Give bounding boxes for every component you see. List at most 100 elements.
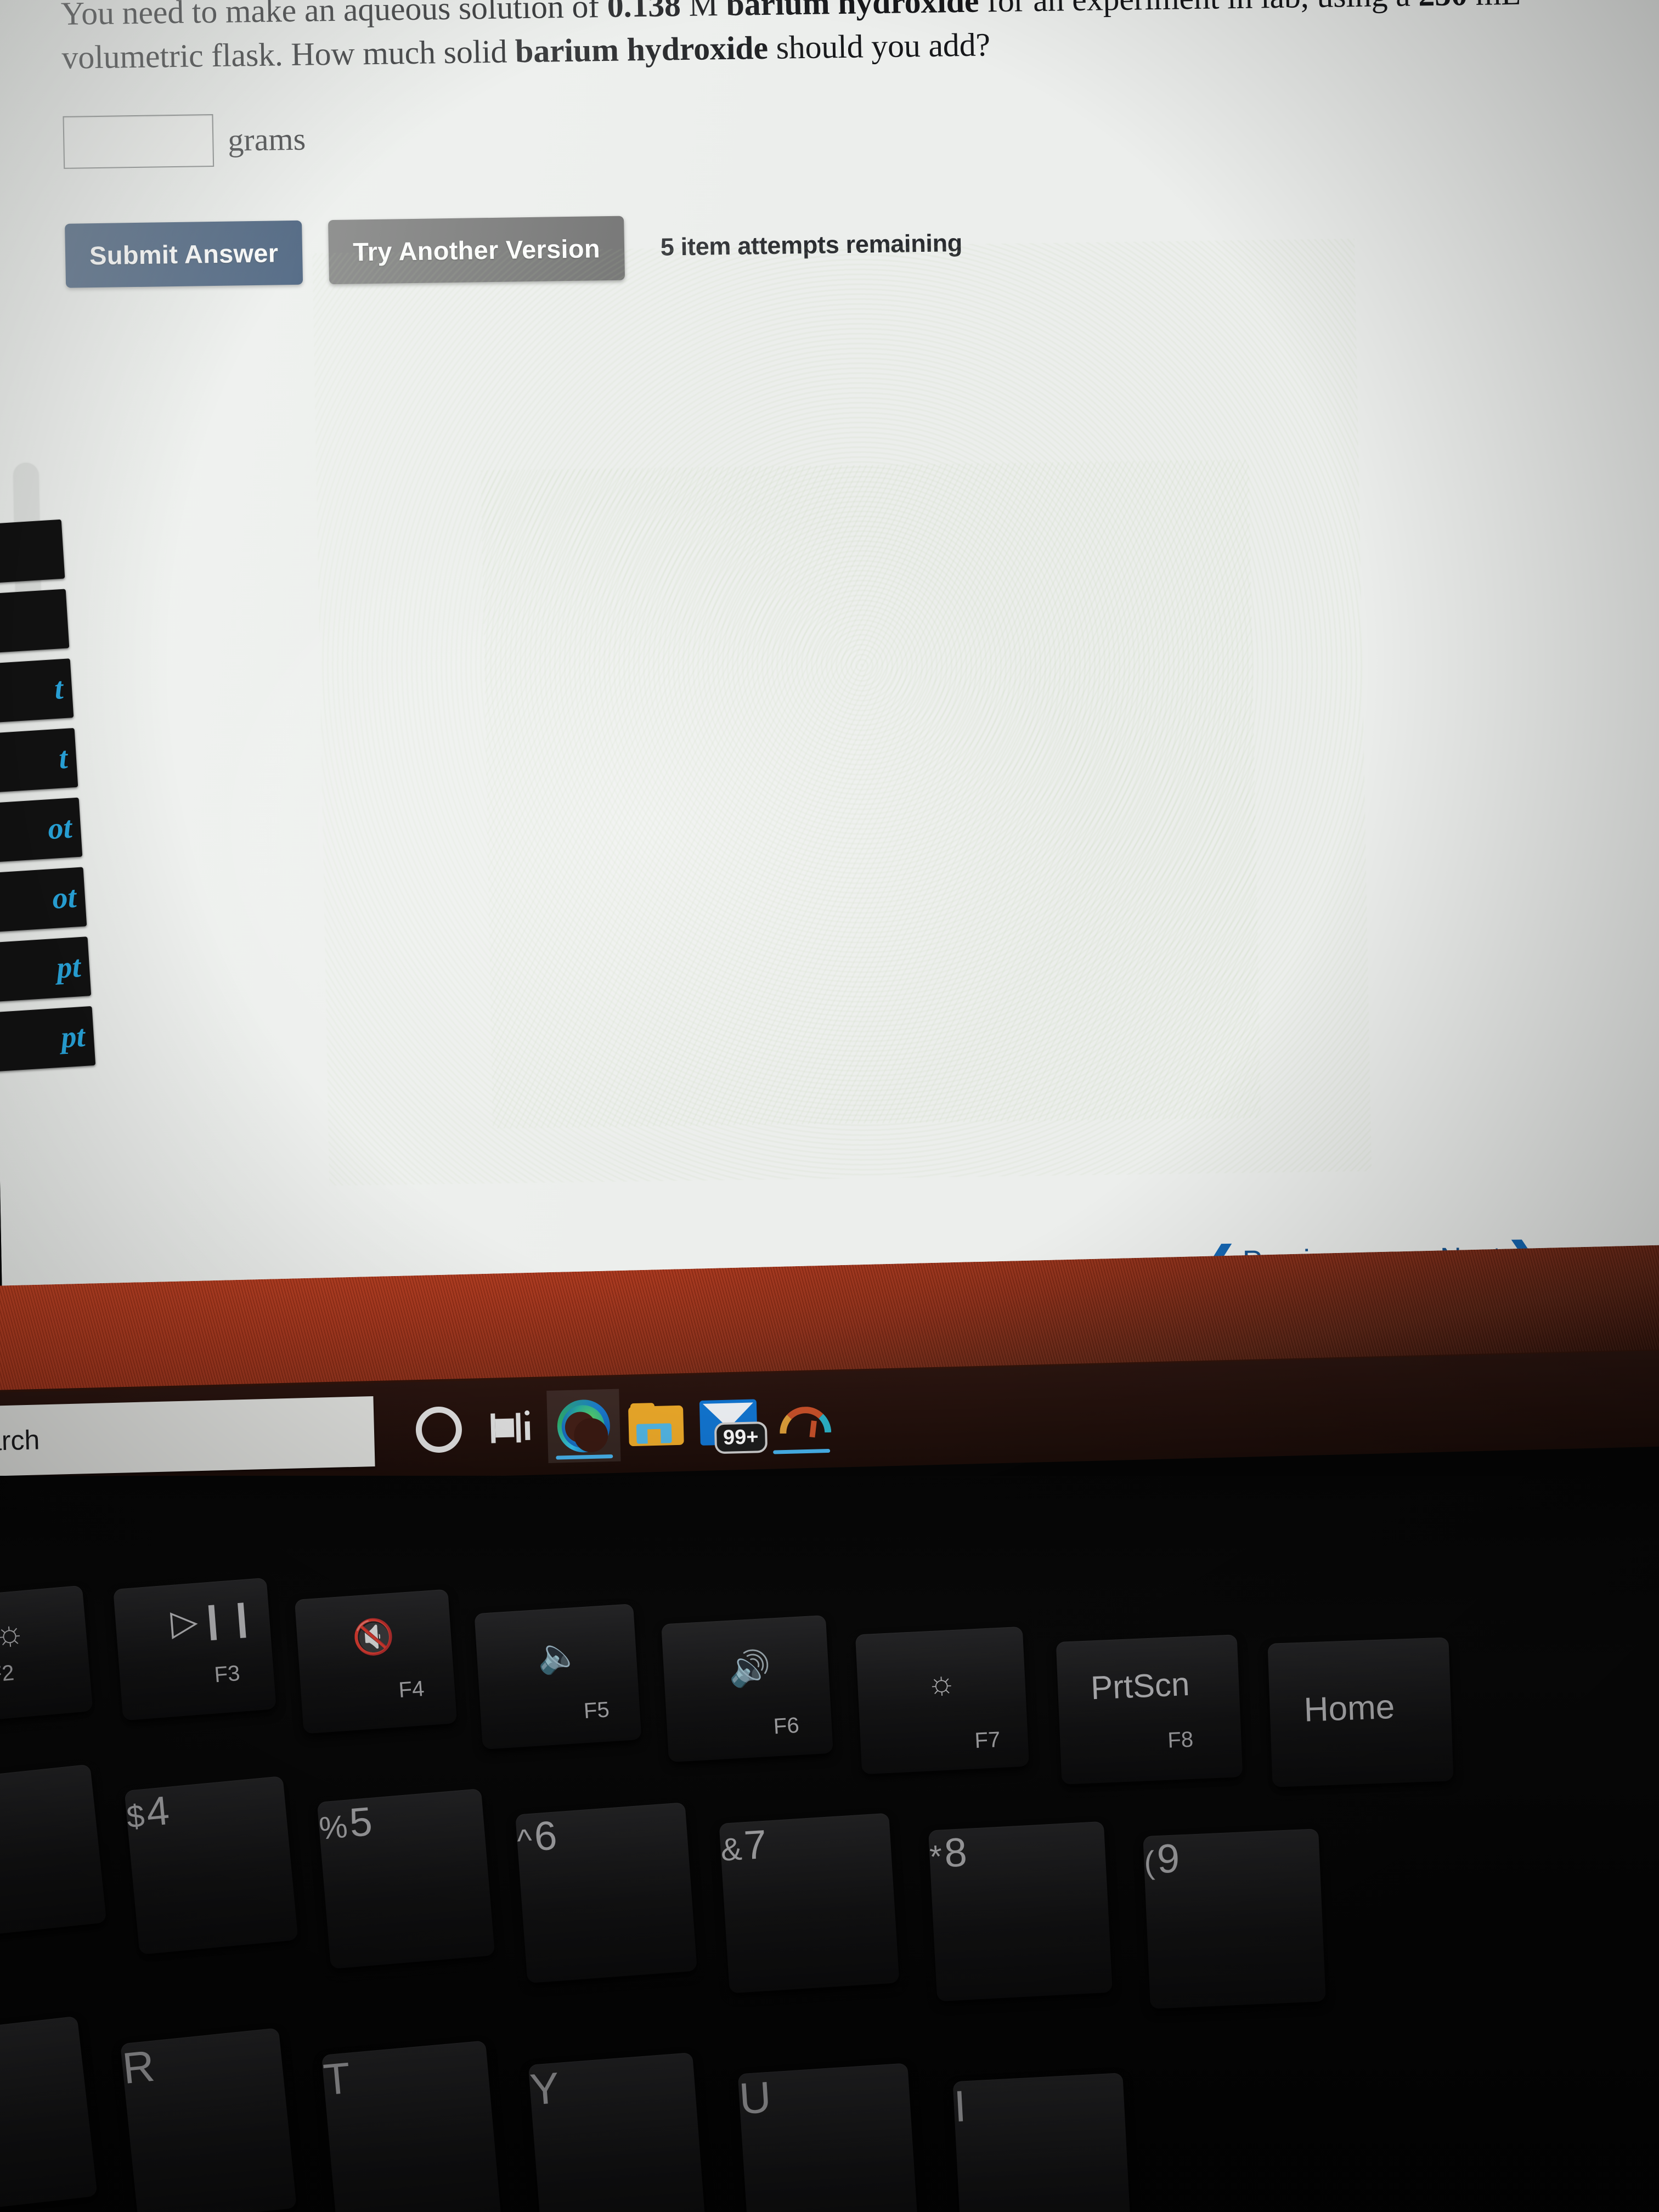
key-f6[interactable]: 🔊 F6 (661, 1615, 833, 1763)
mail-icon[interactable]: 99+ (691, 1385, 768, 1459)
key-9[interactable]: ( 9 (1143, 1829, 1326, 2009)
sidebar-tab[interactable] (0, 589, 70, 656)
question-part-5: should you add? (768, 26, 991, 66)
key-6-label: 6 (532, 1812, 558, 1860)
answer-row: grams (63, 94, 1655, 169)
sidebar-tab[interactable]: t (0, 727, 78, 795)
volume-value: 250 (1418, 0, 1468, 13)
submit-answer-button[interactable]: Submit Answer (65, 220, 303, 288)
key-home-glyph: Home (1303, 1688, 1396, 1729)
sidebar-tab-label: t (58, 741, 69, 776)
screen-moire-pattern-2 (481, 459, 1261, 1129)
key-6[interactable]: ^ 6 (515, 1802, 697, 1983)
sidebar-tab[interactable] (0, 519, 65, 586)
question-part-2: M (680, 0, 727, 24)
key-7[interactable]: & 7 (719, 1813, 900, 1994)
unit-label: grams (227, 121, 306, 158)
key-9-label: 9 (1156, 1835, 1181, 1882)
question-text: You need to make an aqueous solution of … (60, 0, 1560, 80)
misc-app-active-indicator (773, 1448, 831, 1454)
key-u[interactable]: U (737, 2063, 919, 2212)
key-8-label: 8 (943, 1829, 968, 1876)
key-9-symbol: ( (1143, 1844, 1156, 1881)
key-i[interactable]: I (952, 2073, 1132, 2212)
volume-down-icon: 🔈 (536, 1635, 581, 1677)
mute-icon: 🔇 (351, 1617, 396, 1658)
chemical-name-1: barium hydroxide (725, 0, 979, 22)
sidebar-tab-label: t (53, 672, 64, 707)
laptop-keyboard: ☼ F2 ▷❙❙ F3 🔇 F4 🔈 F5 🔊 F6 ☼ F7 PrtScn F… (0, 1476, 1659, 2212)
cortana-ring-shape (415, 1406, 462, 1453)
key-f8-label: F8 (1167, 1727, 1194, 1753)
question-part-3: for an experiment in lab, using a (979, 0, 1419, 19)
task-view-icon[interactable] (474, 1391, 548, 1465)
sidebar-tab[interactable]: ot (0, 867, 87, 934)
sidebar-tab[interactable]: ot (0, 797, 83, 864)
brightness-icon: ☼ (0, 1613, 27, 1654)
key-5-label: 5 (347, 1798, 374, 1846)
taskbar-search-input[interactable]: search (0, 1396, 375, 1477)
key-8-symbol: * (928, 1838, 943, 1875)
key-f4[interactable]: 🔇 F4 (294, 1589, 458, 1734)
question-content: You need to make an aqueous solution of … (60, 0, 1657, 288)
misc-app-shape (779, 1402, 832, 1439)
key-5[interactable]: % 5 (317, 1788, 495, 1970)
sidebar-tab[interactable]: pt (0, 936, 92, 1003)
key-r[interactable]: R (120, 2028, 297, 2212)
attempts-remaining-text: 5 item attempts remaining (660, 229, 963, 261)
key-4-label: 4 (144, 1787, 171, 1835)
key-3[interactable]: # 3 (0, 1764, 107, 1939)
key-f7[interactable]: ☼ F7 (855, 1626, 1030, 1775)
key-6-symbol: ^ (516, 1822, 534, 1859)
key-t-label: T (321, 2053, 353, 2104)
sidebar-tab-label: pt (55, 950, 82, 985)
key-f3[interactable]: ▷❙❙ F3 (113, 1577, 276, 1721)
key-f7-label: F7 (974, 1727, 1001, 1753)
search-placeholder-text: search (0, 1424, 40, 1457)
task-view-shape (490, 1409, 532, 1446)
question-part-1: You need to make an aqueous solution of (60, 0, 608, 32)
volume-up-icon: 🔊 (727, 1649, 772, 1689)
chemical-name-2: barium hydroxide (515, 29, 769, 70)
key-5-symbol: % (318, 1808, 349, 1847)
action-button-row: Submit Answer Try Another Version 5 item… (65, 201, 1657, 288)
edge-active-indicator (556, 1454, 613, 1460)
try-another-version-button[interactable]: Try Another Version (328, 216, 625, 284)
key-f3-label: F3 (213, 1661, 241, 1688)
edge-logo-shape (556, 1398, 611, 1453)
key-y[interactable]: Y (528, 2052, 707, 2212)
laptop-photo: You need to make an aqueous solution of … (0, 0, 1659, 2212)
key-y-label: Y (528, 2063, 561, 2114)
key-prtscn-glyph: PrtScn (1090, 1665, 1190, 1707)
key-f6-label: F6 (772, 1713, 800, 1739)
mail-unread-badge: 99+ (714, 1421, 768, 1454)
file-explorer-icon[interactable] (619, 1387, 693, 1461)
key-e[interactable]: E (0, 2016, 98, 2212)
key-f2-label: F2 (0, 1661, 15, 1687)
answer-input[interactable] (63, 114, 215, 169)
key-4-symbol: $ (125, 1798, 146, 1835)
browser-page: You need to make an aqueous solution of … (0, 0, 1659, 1355)
folder-shape (628, 1402, 684, 1446)
microsoft-edge-icon[interactable] (546, 1389, 621, 1463)
misc-app-icon[interactable] (764, 1383, 838, 1457)
sidebar-tab[interactable]: t (0, 658, 74, 725)
screen-moire-pattern (312, 239, 1372, 1186)
sidebar-tab[interactable]: pt (0, 1006, 96, 1073)
sidebar-tab-label: ot (47, 810, 73, 847)
cortana-icon[interactable] (402, 1392, 476, 1466)
key-f5[interactable]: 🔈 F5 (474, 1604, 642, 1750)
key-8[interactable]: * 8 (928, 1821, 1113, 2002)
key-i-label: I (952, 2081, 968, 2131)
key-4[interactable]: $ 4 (124, 1776, 298, 1955)
key-f2[interactable]: ☼ F2 (0, 1585, 93, 1723)
key-f4-label: F4 (398, 1677, 425, 1703)
key-u-label: U (737, 2072, 773, 2124)
key-prtscn[interactable]: PrtScn F8 (1056, 1634, 1243, 1785)
key-7-label: 7 (742, 1821, 768, 1869)
play-pause-icon: ▷❙❙ (169, 1596, 258, 1643)
key-f5-label: F5 (583, 1697, 611, 1724)
key-t[interactable]: T (321, 2040, 502, 2212)
concentration-value: 0.138 (607, 0, 681, 24)
key-home[interactable]: Home (1267, 1637, 1454, 1787)
